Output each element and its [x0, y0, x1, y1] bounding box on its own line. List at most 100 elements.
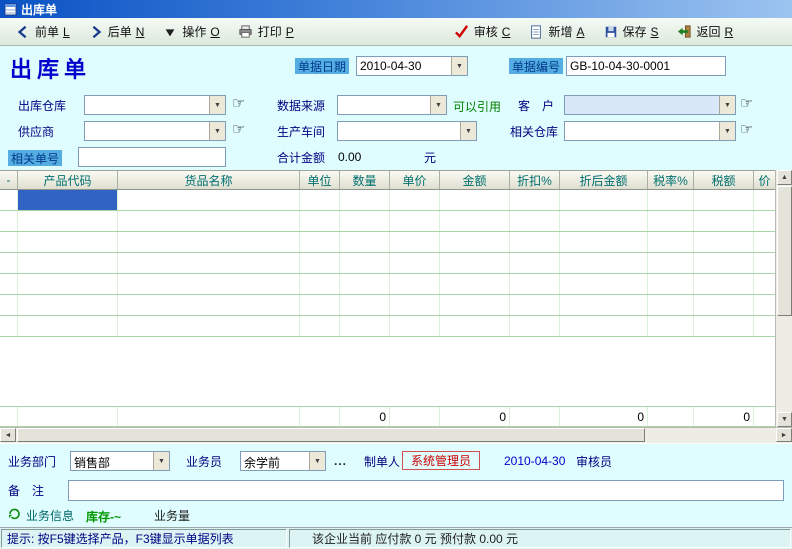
- grid-cell[interactable]: [648, 253, 694, 273]
- grid-cell[interactable]: [18, 253, 118, 273]
- related-warehouse-lookup-icon[interactable]: ☞: [740, 121, 753, 139]
- column-header-unit-price[interactable]: 单价: [390, 171, 440, 189]
- grid-cell[interactable]: [754, 316, 775, 336]
- grid-cell[interactable]: [440, 316, 510, 336]
- grid-cell[interactable]: [648, 211, 694, 231]
- grid-cell[interactable]: [510, 253, 560, 273]
- grid-cell[interactable]: [118, 211, 300, 231]
- grid-cell[interactable]: [648, 232, 694, 252]
- column-header-amount[interactable]: 金额: [440, 171, 510, 189]
- save-button[interactable]: 保存S: [594, 20, 668, 43]
- column-header-tax[interactable]: 税额: [694, 171, 754, 189]
- warehouse-dropdown-icon[interactable]: ▼: [209, 96, 225, 114]
- grid-cell[interactable]: [510, 316, 560, 336]
- grid-cell[interactable]: [648, 190, 694, 210]
- grid-cell[interactable]: [118, 253, 300, 273]
- related-warehouse-dropdown-icon[interactable]: ▼: [719, 122, 735, 140]
- grid-cell[interactable]: [694, 274, 754, 294]
- grid-cell[interactable]: [390, 316, 440, 336]
- grid-cell[interactable]: [390, 190, 440, 210]
- warehouse-lookup-icon[interactable]: ☞: [232, 95, 245, 113]
- new-button[interactable]: 新增A: [519, 20, 593, 43]
- grid-cell[interactable]: [694, 295, 754, 315]
- grid-cell[interactable]: [18, 295, 118, 315]
- salesman-more-button[interactable]: ...: [334, 454, 347, 468]
- grid-cell[interactable]: [440, 274, 510, 294]
- grid-cell[interactable]: [18, 316, 118, 336]
- grid-cell[interactable]: [510, 232, 560, 252]
- scroll-left-icon[interactable]: ◄: [0, 428, 16, 442]
- column-header-partial[interactable]: 价: [754, 171, 775, 189]
- grid-cell[interactable]: [440, 190, 510, 210]
- scroll-up-icon[interactable]: ▲: [777, 170, 792, 185]
- grid-cell[interactable]: [118, 316, 300, 336]
- workshop-combo[interactable]: ▼: [337, 121, 477, 141]
- grid-cell[interactable]: [0, 316, 18, 336]
- grid-cell[interactable]: [510, 295, 560, 315]
- grid-cell[interactable]: [560, 295, 648, 315]
- related-no-input[interactable]: [78, 147, 226, 167]
- grid-cell[interactable]: [340, 190, 390, 210]
- grid-cell[interactable]: [118, 274, 300, 294]
- department-dropdown-icon[interactable]: ▼: [153, 452, 169, 470]
- grid-cell[interactable]: [118, 232, 300, 252]
- grid-cell[interactable]: [754, 274, 775, 294]
- grid-cell[interactable]: [0, 253, 18, 273]
- supplier-lookup-icon[interactable]: ☞: [232, 121, 245, 139]
- grid-cell[interactable]: [440, 232, 510, 252]
- action-button[interactable]: 操作O: [153, 20, 228, 43]
- column-header-qty[interactable]: 数量: [340, 171, 390, 189]
- grid-cell[interactable]: [300, 232, 340, 252]
- horizontal-scroll-thumb[interactable]: [17, 428, 645, 442]
- grid-cell[interactable]: [694, 190, 754, 210]
- supplier-combo[interactable]: ▼: [84, 121, 226, 141]
- grid-cell[interactable]: [560, 253, 648, 273]
- grid-cell[interactable]: [754, 190, 775, 210]
- department-combo[interactable]: 销售部 ▼: [70, 451, 170, 471]
- grid-cell[interactable]: [510, 274, 560, 294]
- grid-cell[interactable]: [18, 232, 118, 252]
- selected-cell[interactable]: [18, 190, 118, 210]
- doc-date-dropdown-icon[interactable]: ▼: [451, 57, 467, 75]
- grid-cell[interactable]: [694, 253, 754, 273]
- doc-date-combo[interactable]: 2010-04-30 ▼: [356, 56, 468, 76]
- grid-cell[interactable]: [340, 316, 390, 336]
- column-header-unit[interactable]: 单位: [300, 171, 340, 189]
- grid-cell[interactable]: [694, 211, 754, 231]
- grid-cell[interactable]: [560, 274, 648, 294]
- next-doc-button[interactable]: 后单N: [79, 20, 154, 43]
- grid-cell[interactable]: [340, 295, 390, 315]
- data-source-combo[interactable]: ▼: [337, 95, 447, 115]
- grid-cell[interactable]: [754, 211, 775, 231]
- grid-cell[interactable]: [300, 253, 340, 273]
- column-header-discounted-amount[interactable]: 折后金额: [560, 171, 648, 189]
- grid-cell[interactable]: [118, 295, 300, 315]
- warehouse-combo[interactable]: ▼: [84, 95, 226, 115]
- scroll-down-icon[interactable]: ▼: [777, 412, 792, 427]
- customer-dropdown-icon[interactable]: ▼: [719, 96, 735, 114]
- grid-cell[interactable]: [754, 253, 775, 273]
- grid-cell[interactable]: [560, 232, 648, 252]
- grid-cell[interactable]: [390, 211, 440, 231]
- grid-cell[interactable]: [340, 253, 390, 273]
- grid-cell[interactable]: [340, 211, 390, 231]
- grid-cell[interactable]: [390, 232, 440, 252]
- grid-cell[interactable]: [0, 211, 18, 231]
- grid-cell[interactable]: [390, 295, 440, 315]
- grid-cell[interactable]: [300, 211, 340, 231]
- grid-cell[interactable]: [560, 190, 648, 210]
- column-header-discount[interactable]: 折扣%: [510, 171, 560, 189]
- return-button[interactable]: 返回R: [668, 20, 743, 43]
- customer-combo[interactable]: ▼: [564, 95, 736, 115]
- grid-cell[interactable]: [0, 274, 18, 294]
- grid-cell[interactable]: [440, 211, 510, 231]
- related-warehouse-combo[interactable]: ▼: [564, 121, 736, 141]
- grid-cell[interactable]: [754, 295, 775, 315]
- prev-doc-button[interactable]: 前单L: [6, 20, 79, 43]
- grid-cell[interactable]: [18, 274, 118, 294]
- grid-cell[interactable]: [340, 274, 390, 294]
- grid-cell[interactable]: [510, 211, 560, 231]
- audit-button[interactable]: 审核C: [445, 20, 520, 43]
- grid-cell[interactable]: [694, 316, 754, 336]
- grid-cell[interactable]: [560, 316, 648, 336]
